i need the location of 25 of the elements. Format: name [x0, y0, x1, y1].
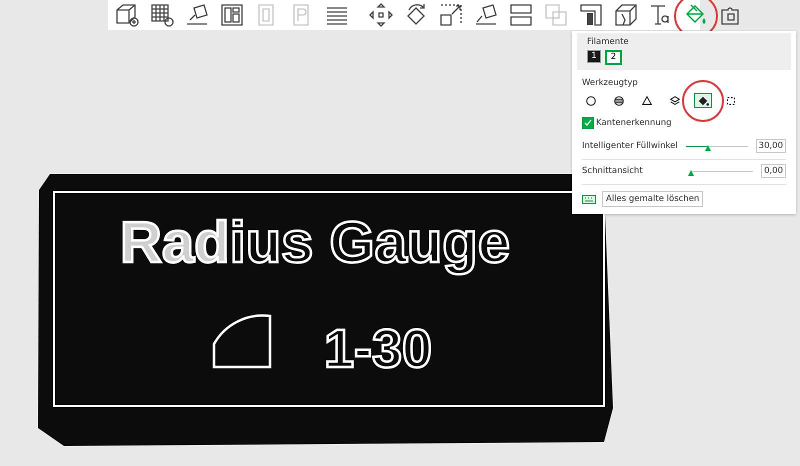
fill-tool-icon[interactable]	[694, 93, 712, 108]
slider-thumb[interactable]	[704, 144, 711, 150]
add-cube-icon[interactable]	[114, 2, 140, 28]
scale-icon[interactable]	[438, 2, 464, 28]
filaments-label: Filamente	[587, 37, 630, 47]
edge-detection-checkbox[interactable]	[582, 117, 594, 129]
split-icon[interactable]	[508, 2, 534, 28]
filament-chip[interactable]: 1	[587, 50, 601, 63]
slider-label: Schnittansicht	[582, 166, 643, 176]
slider-value[interactable]: 0,00	[761, 164, 786, 178]
range-label: 1-30	[324, 319, 432, 379]
slider-value[interactable]: 30,00	[756, 139, 786, 153]
clear-painted-button[interactable]: Alles gemalte löschen	[602, 191, 704, 207]
edge-detection-label: Kantenerkennung	[596, 118, 672, 128]
keyboard-icon	[582, 194, 596, 204]
tool-type-label: Werkzeugtyp	[582, 78, 638, 88]
support-icon[interactable]	[578, 2, 604, 28]
slider-thumb[interactable]	[688, 170, 694, 176]
cut-icon[interactable]	[613, 2, 639, 28]
add-grid-icon[interactable]	[149, 2, 175, 28]
arrange-icon[interactable]	[219, 2, 245, 28]
move-icon[interactable]	[368, 2, 394, 28]
model-title: Radius Gauge	[120, 210, 510, 275]
filament-chip[interactable]: 2	[605, 50, 622, 65]
slider-label: Intelligenter Füllwinkel	[582, 141, 678, 151]
